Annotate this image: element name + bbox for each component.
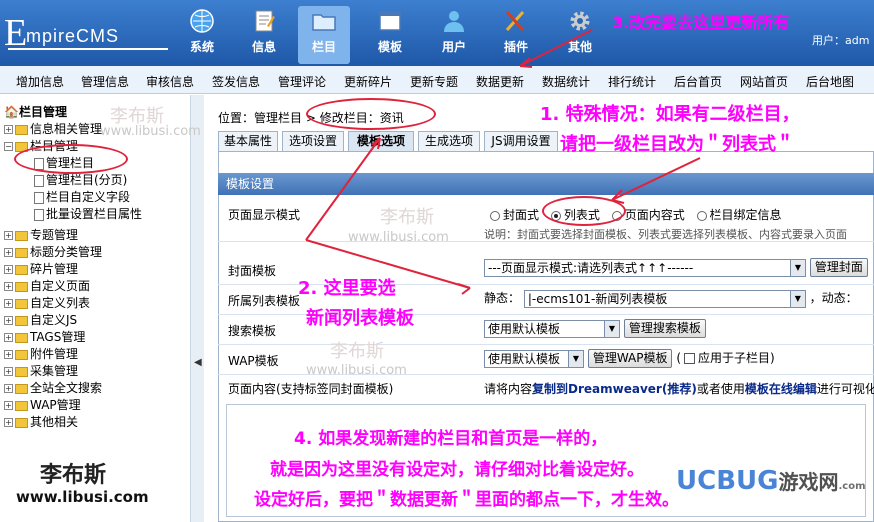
annotation-2-line1: 2. 这里要选 [298, 278, 396, 299]
annotation-3: 3.改完要去这里更新所有 [612, 13, 790, 32]
arrow-to-list-mode [611, 157, 701, 201]
annotation-1-line1: 1. 特殊情况：如果有二级栏目， [540, 104, 800, 125]
annotation-4-line2: 就是因为这里没有设定对，请仔细对比着设定好。 [270, 460, 644, 480]
annotation-4-line1: 4. 如果发现新建的栏目和首页是一样的， [294, 429, 608, 449]
ucbug-watermark: UCBUG游戏网.com [676, 466, 866, 496]
arrow-to-data-update [519, 29, 593, 67]
annotation-2-line2: 新闻列表模板 [306, 308, 414, 329]
annotation-1-line2: 请把一级栏目改为＂列表式＂ [560, 134, 794, 155]
annotation-4-line3: 设定好后，要把＂数据更新＂里面的都点一下，才生效。 [254, 490, 679, 510]
arrow-to-template-tab [305, 137, 381, 241]
